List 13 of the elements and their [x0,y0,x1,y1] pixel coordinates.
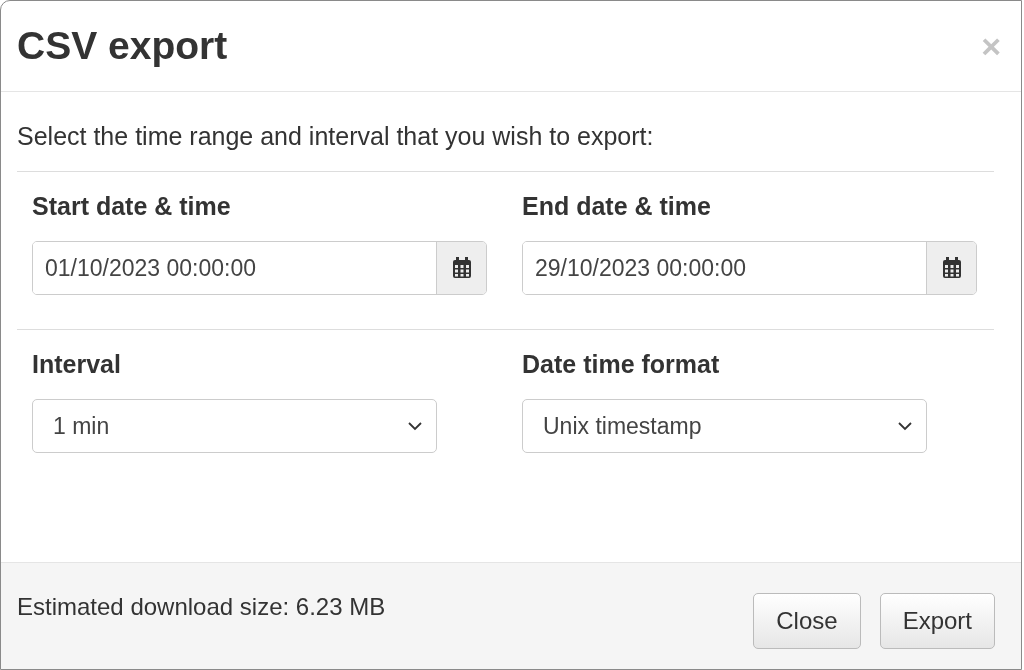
field-label: End date & time [522,192,712,221]
dropdown-select[interactable]: 1 min [32,399,437,453]
field-label: Start date & time [32,192,232,221]
export-button[interactable]: Export [879,593,995,649]
dialog-title: CSV export [17,24,228,68]
field-label: Interval [32,350,122,379]
dropdown-select[interactable]: Unix timestamp [522,399,927,453]
close-button[interactable]: Close [753,593,861,649]
instruction-text: Select the time range and interval that you wish to export: [17,92,994,172]
chevron-down-icon [408,421,422,431]
field-label: Date time format [522,350,721,379]
download-size-text: Estimated download size: 6.23 MB [17,593,386,621]
chevron-down-icon [898,421,912,431]
